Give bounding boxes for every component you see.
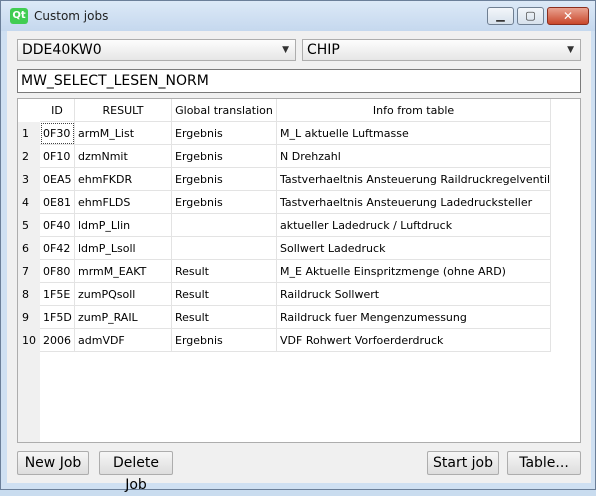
cell-info[interactable]: M_L aktuelle Luftmasse	[276, 121, 552, 145]
job-name-input[interactable]: MW_SELECT_LESEN_NORM	[17, 69, 581, 93]
cell-info[interactable]: Tastverhaeltnis Ansteuerung Ladedruckste…	[276, 190, 552, 214]
dialog-client-area: DDE40KW0 ▼ CHIP ▼ MW_SELECT_LESEN_NORM I…	[7, 31, 591, 493]
title-bar[interactable]: Qt Custom jobs ▁ ▢ ✕	[1, 1, 595, 31]
row-number: 8	[22, 288, 29, 301]
cell-result[interactable]: ehmFLDS	[74, 190, 172, 214]
qt-logo-icon: Qt	[10, 8, 28, 24]
cell-result[interactable]: zumP_RAIL	[74, 305, 172, 329]
cell-info[interactable]: N Drehzahl	[276, 144, 552, 168]
header-row: ID RESULT Global translation Info from t…	[40, 99, 552, 122]
chevron-down-icon: ▼	[282, 45, 289, 55]
chevron-down-icon: ▼	[567, 45, 574, 55]
row-number: 7	[22, 265, 29, 278]
cell-id[interactable]: 0EA5	[40, 167, 75, 191]
row-number: 2	[22, 150, 29, 163]
cell-translation[interactable]: Result	[171, 259, 277, 283]
table-row[interactable]: 0F42 ldmP_Lsoll Sollwert Ladedruck	[40, 236, 552, 260]
cell-id[interactable]: 0F30	[40, 121, 75, 145]
column-header-result[interactable]: RESULT	[74, 99, 172, 122]
table-row[interactable]: 1F5E zumPQsoll Result Raildruck Sollwert	[40, 282, 552, 306]
cell-translation[interactable]: Result	[171, 305, 277, 329]
window-title: Custom jobs	[34, 9, 109, 23]
cell-info[interactable]: VDF Rohwert Vorfoerderdruck	[276, 328, 552, 352]
minimize-button[interactable]: ▁	[487, 7, 514, 25]
cell-translation[interactable]: Ergebnis	[171, 328, 277, 352]
cell-id[interactable]: 1F5D	[40, 305, 75, 329]
cell-id[interactable]: 0F40	[40, 213, 75, 237]
ecu-select-value: DDE40KW0	[22, 42, 102, 58]
cell-translation[interactable]: Ergebnis	[171, 167, 277, 191]
cell-info[interactable]: Tastverhaeltnis Ansteuerung Raildruckreg…	[276, 167, 552, 191]
cell-info[interactable]: M_E Aktuelle Einspritzmenge (ohne ARD)	[276, 259, 552, 283]
cell-translation[interactable]: Ergebnis	[171, 144, 277, 168]
ecu-select[interactable]: DDE40KW0 ▼	[17, 39, 296, 61]
cell-translation[interactable]: Ergebnis	[171, 121, 277, 145]
cell-id[interactable]: 1F5E	[40, 282, 75, 306]
table-row[interactable]: 1F5D zumP_RAIL Result Raildruck fuer Mengen…	[40, 305, 552, 329]
cell-result[interactable]: armM_List	[74, 121, 172, 145]
row-number: 6	[22, 242, 29, 255]
cell-translation[interactable]: Result	[171, 282, 277, 306]
cell-result[interactable]: mrmM_EAKT	[74, 259, 172, 283]
cell-result[interactable]: ldmP_Llin	[74, 213, 172, 237]
new-job-button[interactable]: New Job	[17, 451, 89, 475]
cell-id[interactable]: 0F80	[40, 259, 75, 283]
table-row[interactable]: 0F30 armM_List Ergebnis M_L aktuelle Luftma…	[40, 121, 552, 145]
table-row[interactable]: 0F10 dzmNmit Ergebnis N Drehzahl	[40, 144, 552, 168]
row-number: 9	[22, 311, 29, 324]
maximize-button[interactable]: ▢	[517, 7, 544, 25]
cell-info[interactable]: Sollwert Ladedruck	[276, 236, 552, 260]
close-button[interactable]: ✕	[547, 7, 589, 25]
column-header-info[interactable]: Info from table	[276, 99, 552, 122]
table-row[interactable]: 0E81 ehmFLDS Ergebnis Tastverhaeltnis Anste…	[40, 190, 552, 214]
cell-result[interactable]: dzmNmit	[74, 144, 172, 168]
minimize-icon: ▁	[496, 9, 505, 22]
cell-translation[interactable]	[171, 213, 277, 237]
row-number: 10	[22, 334, 36, 347]
cell-info[interactable]: aktueller Ladedruck / Luftdruck	[276, 213, 552, 237]
column-header-global-translation[interactable]: Global translation	[171, 99, 277, 122]
close-icon: ✕	[562, 9, 574, 23]
cell-id[interactable]: 0E81	[40, 190, 75, 214]
cell-translation[interactable]	[171, 236, 277, 260]
start-job-button[interactable]: Start job	[427, 451, 499, 475]
table-row[interactable]: 0EA5 ehmFKDR Ergebnis Tastverhaeltnis Anste…	[40, 167, 552, 191]
cell-id[interactable]: 0F10	[40, 144, 75, 168]
row-number: 1	[22, 127, 29, 140]
results-grid: ID RESULT Global translation Info from t…	[40, 99, 552, 352]
cell-id[interactable]: 2006	[40, 328, 75, 352]
cell-result[interactable]: ehmFKDR	[74, 167, 172, 191]
delete-job-button[interactable]: Delete Job	[99, 451, 173, 493]
cell-result[interactable]: ldmP_Lsoll	[74, 236, 172, 260]
cell-result[interactable]: admVDF	[74, 328, 172, 352]
table-row[interactable]: 0F40 ldmP_Llin aktueller Ladedruck / Luftd…	[40, 213, 552, 237]
job-select[interactable]: CHIP ▼	[302, 39, 581, 61]
job-select-value: CHIP	[307, 42, 340, 58]
cell-info[interactable]: Raildruck fuer Mengenzumessung	[276, 305, 552, 329]
cell-info[interactable]: Raildruck Sollwert	[276, 282, 552, 306]
row-number: 4	[22, 196, 29, 209]
cell-result[interactable]: zumPQsoll	[74, 282, 172, 306]
table-button[interactable]: Table...	[507, 451, 581, 475]
row-number: 3	[22, 173, 29, 186]
cell-id[interactable]: 0F42	[40, 236, 75, 260]
maximize-icon: ▢	[525, 9, 536, 22]
custom-jobs-window: Qt Custom jobs ▁ ▢ ✕ DDE40KW0 ▼ CHIP ▼ M…	[0, 0, 596, 493]
cell-translation[interactable]: Ergebnis	[171, 190, 277, 214]
row-number: 5	[22, 219, 29, 232]
table-row[interactable]: 2006 admVDF Ergebnis VDF Rohwert Vorfoerder…	[40, 328, 552, 352]
table-corner	[18, 99, 40, 122]
results-table[interactable]: ID RESULT Global translation Info from t…	[17, 98, 581, 443]
column-header-id[interactable]: ID	[40, 99, 75, 122]
table-row[interactable]: 0F80 mrmM_EAKT Result M_E Aktuelle Einsprit…	[40, 259, 552, 283]
